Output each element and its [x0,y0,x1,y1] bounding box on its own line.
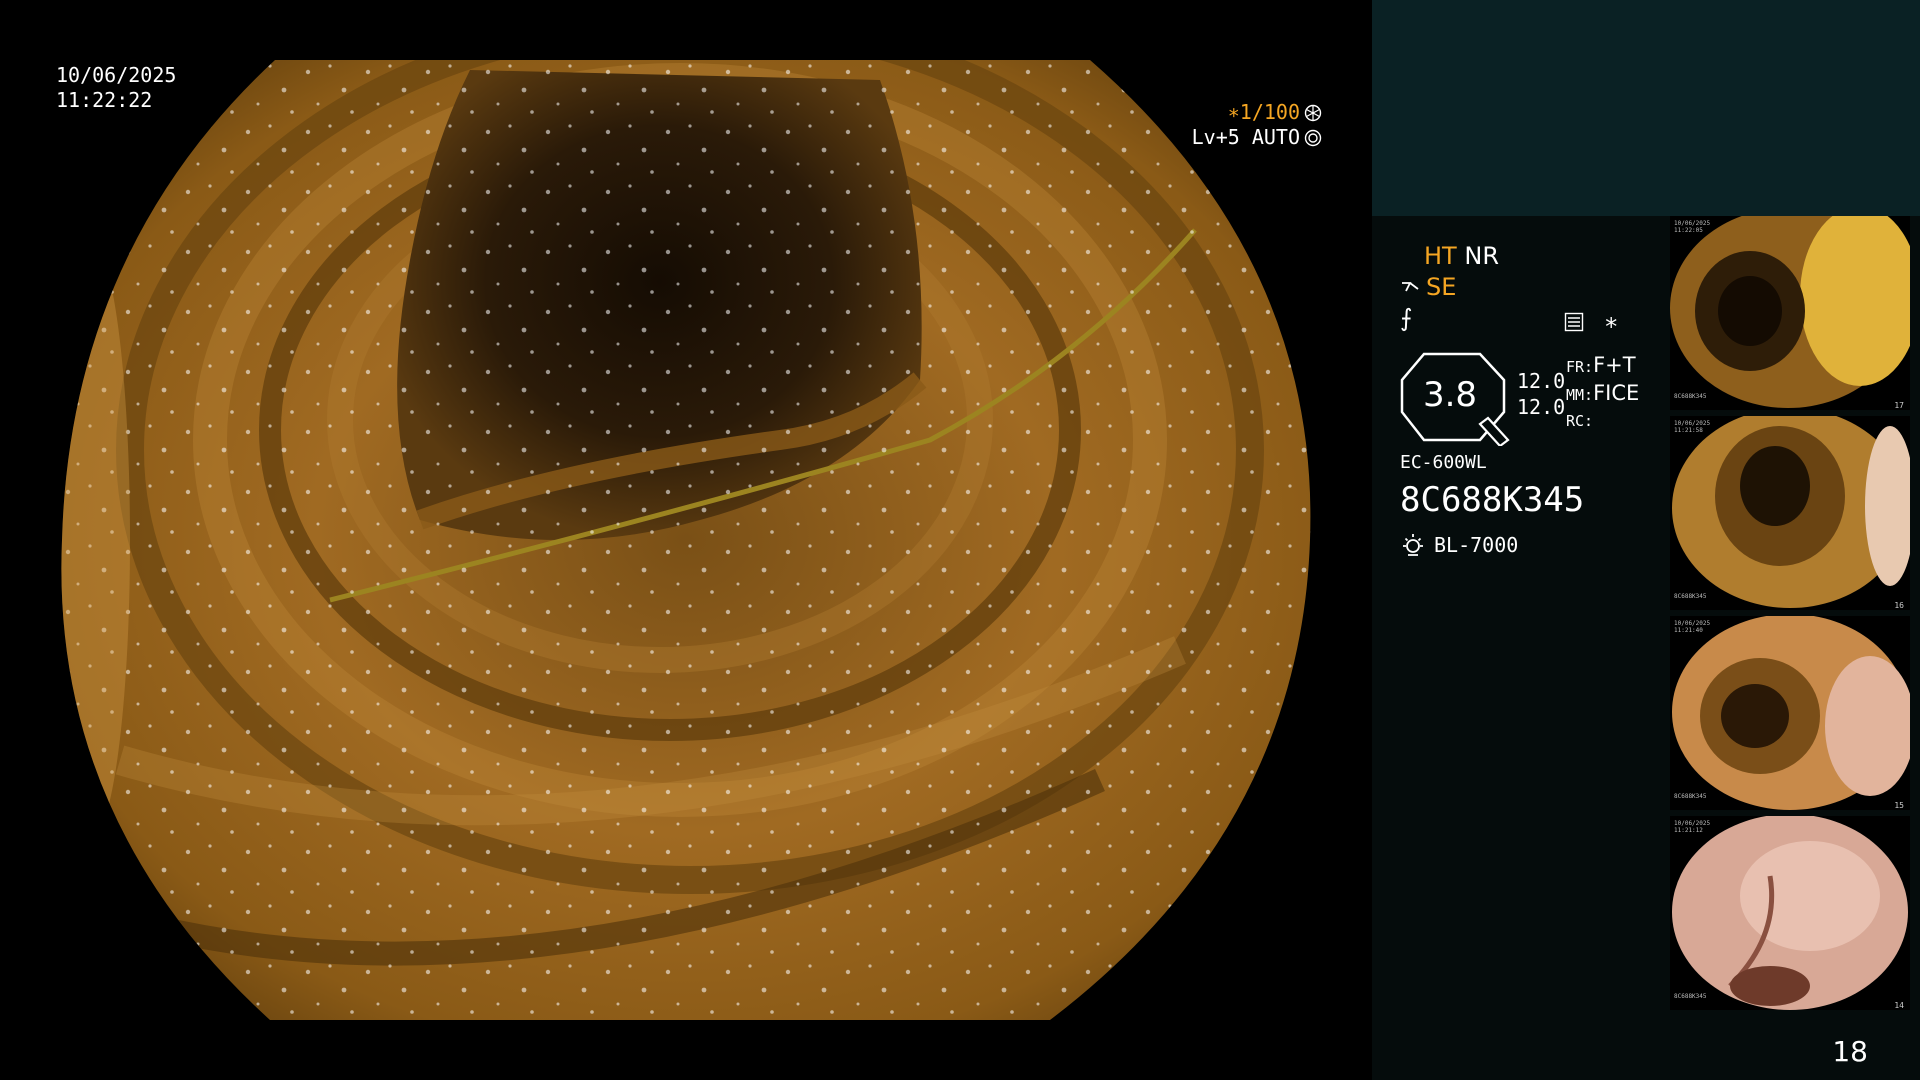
thumbnail-image [1672,816,1908,1010]
gauge-number-1: 12.0 [1517,369,1566,393]
thumbnail-timestamp: 10/06/2025 11:22:05 [1674,220,1711,234]
thumbnail-serial: 8C688K345 [1674,993,1707,1000]
iris-mode: Lv+5 AUTO [1191,125,1300,149]
light-source-icon [1403,534,1423,556]
endoscopy-monitor-screen: 10/06/2025 11:22:22 ∗1/100 Lv+5 AUTO HT … [0,0,1920,1080]
thumbnail-image [1670,216,1910,408]
mode-icons: ∗ [1564,308,1618,336]
fr-value: F+T [1593,353,1636,377]
se-label: SE [1426,273,1457,301]
asterisk-indicator: ∗ [1604,308,1619,336]
thumbnail-number: 16 [1894,601,1904,610]
thumbnail-timestamp: 10/06/2025 11:21:58 [1674,420,1711,434]
exposure-settings: ∗1/100 Lv+5 AUTO [1192,100,1322,150]
nr-label: NR [1464,242,1499,270]
light-source-model: BL-7000 [1434,533,1519,557]
thumbnail-timestamp: 10/06/2025 11:21:40 [1674,620,1711,634]
scope-serial: 8C688K345 [1400,480,1585,520]
shutter-icon [1304,104,1322,121]
exam-datetime: 10/06/2025 11:22:22 [56,63,176,113]
gauge-value: 3.8 [1422,375,1478,415]
se-row: SE [1400,273,1456,301]
endoscope-live-view: 10/06/2025 11:22:22 ∗1/100 Lv+5 AUTO [0,0,1372,1080]
thumbnail-serial: 8C688K345 [1674,793,1707,800]
rc-label: RC: [1566,412,1594,430]
gauge-number-2: 12.0 [1517,395,1566,419]
thumbnail-image [1672,416,1910,608]
thumbnail-timestamp: 10/06/2025 11:21:12 [1674,820,1711,834]
exam-time: 11:22:22 [56,88,153,112]
fr-mm-rc-labels: FR:F+T MM:FICE RC: [1566,352,1639,434]
ht-nr-row: HT NR [1424,242,1499,270]
color-enhance-symbol: ⨍ [1400,304,1413,332]
processor-settings: HT NR SE ⨍ ∗ 3.8 12.0 12.0 FR:F+T MM:FIC… [1372,216,1672,1080]
image-count: 18 [1832,1035,1868,1068]
mm-value: FICE [1593,381,1640,405]
shutter-speed: ∗1/100 [1227,100,1300,124]
thumbnail-image [1672,616,1910,810]
structure-enhance-icon [1402,282,1419,292]
capture-thumbnail-2[interactable]: 10/06/2025 11:21:58 8C688K345 16 [1670,416,1910,610]
fice-gauge: 3.8 [1400,350,1516,448]
scope-model: EC-600WL [1400,452,1487,473]
mm-label: MM: [1566,386,1594,404]
capture-thumbnail-4[interactable]: 10/06/2025 11:21:12 8C688K345 14 [1670,816,1910,1010]
ht-label: HT [1424,242,1457,270]
colon-lumen-image [61,60,1311,1020]
gauge-numbers: 12.0 12.0 [1517,368,1565,420]
thumbnail-serial: 8C688K345 [1674,593,1707,600]
panel-header-area [1372,0,1920,216]
capture-thumbnail-3[interactable]: 10/06/2025 11:21:40 8C688K345 15 [1670,616,1910,810]
exam-date: 10/06/2025 [56,63,177,87]
light-source-row: BL-7000 [1400,532,1518,558]
image-settings-icon [1564,312,1584,332]
thumbnail-serial: 8C688K345 [1674,393,1707,400]
thumbnail-number: 17 [1894,401,1904,410]
thumbnail-number: 15 [1894,801,1904,810]
thumbnail-number: 14 [1894,1001,1904,1010]
capture-thumbnail-1[interactable]: 10/06/2025 11:22:05 8C688K345 17 [1670,216,1910,410]
fr-label: FR: [1566,358,1594,376]
iris-icon [1304,129,1322,146]
